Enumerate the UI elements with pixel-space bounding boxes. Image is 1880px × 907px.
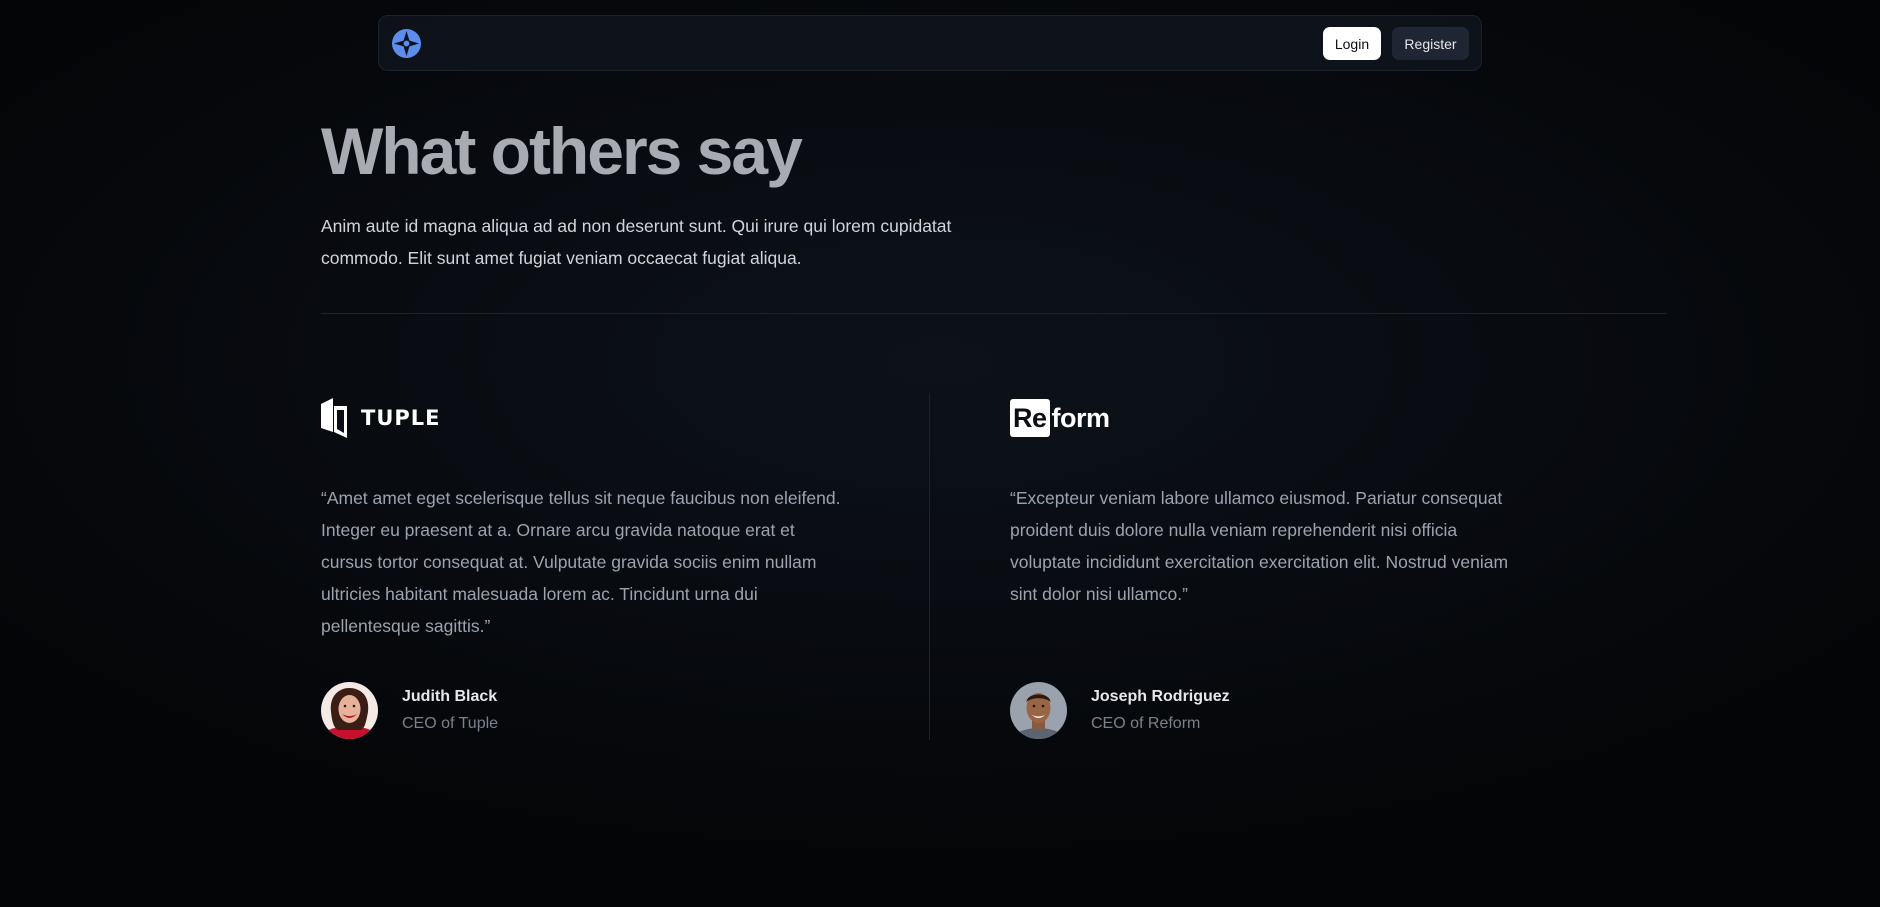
testimonial-quote: “Amet amet eget scelerisque tellus sit n…	[321, 488, 841, 636]
testimonial-quote: “Excepteur veniam labore ullamco eiusmod…	[1010, 488, 1509, 604]
author-role: CEO of Reform	[1091, 715, 1201, 732]
author-info: Joseph Rodriguez CEO of Reform	[1091, 686, 1230, 735]
reform-logo-boxed-text: Re	[1010, 399, 1050, 437]
page-title: What others say	[321, 114, 803, 188]
reform-logo: Re form	[1010, 398, 1550, 438]
author-name: Joseph Rodriguez	[1091, 688, 1230, 705]
author-info: Judith Black CEO of Tuple	[402, 686, 498, 735]
testimonial-card: TUPLE “Amet amet eget scelerisque tellus…	[321, 398, 861, 739]
tuple-logo-text: TUPLE	[361, 406, 441, 430]
testimonial-author: Joseph Rodriguez CEO of Reform	[1010, 682, 1230, 739]
author-role: CEO of Tuple	[402, 715, 499, 732]
tuple-logo-icon	[321, 398, 347, 438]
section-divider	[321, 313, 1667, 314]
brand-logo-icon[interactable]	[391, 28, 422, 59]
testimonial-author: Judith Black CEO of Tuple	[321, 682, 498, 739]
column-divider	[929, 393, 930, 740]
avatar	[1010, 682, 1067, 739]
register-button[interactable]: Register	[1392, 27, 1469, 60]
avatar	[321, 682, 378, 739]
testimonial-card: Re form “Excepteur veniam labore ullamco…	[1010, 398, 1550, 739]
top-navbar: Login Register	[378, 15, 1482, 71]
tuple-logo: TUPLE	[321, 398, 861, 438]
login-button[interactable]: Login	[1323, 27, 1381, 60]
author-name: Judith Black	[402, 688, 498, 705]
intro-paragraph: Anim aute id magna aliqua ad ad non dese…	[321, 216, 952, 268]
reform-logo-text: form	[1051, 402, 1111, 433]
